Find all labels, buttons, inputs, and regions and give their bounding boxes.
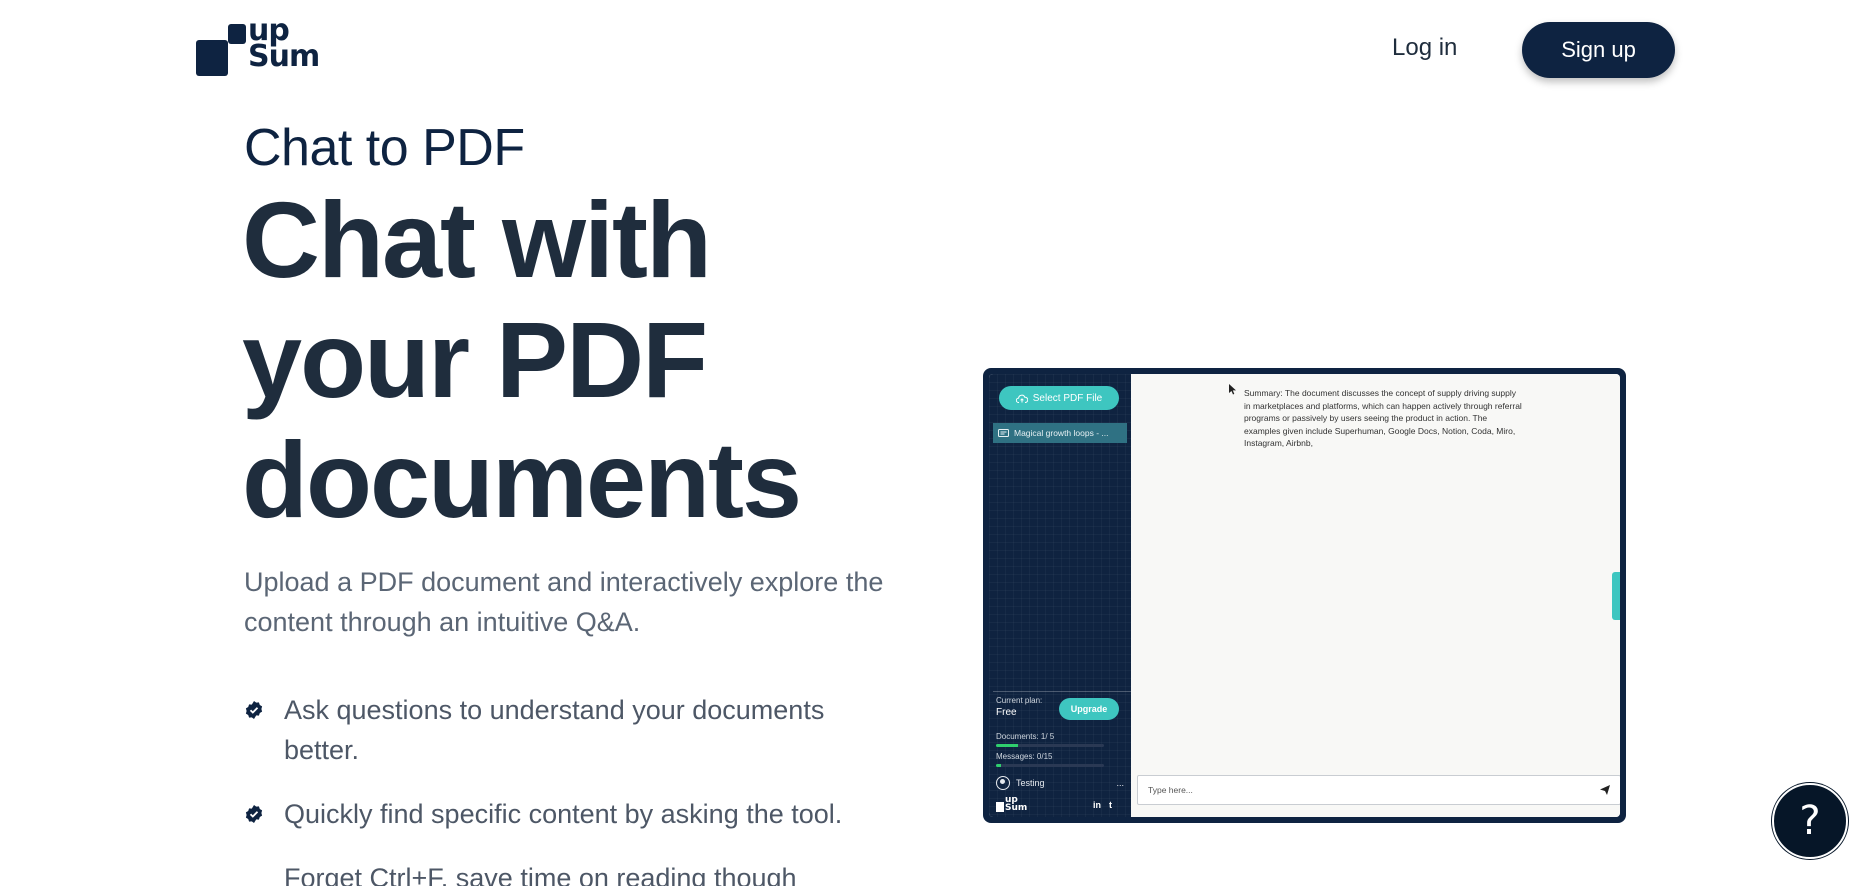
feature-item: Ask questions to understand your documen… bbox=[244, 690, 884, 770]
app-preview-screen: Select PDF File Magical growth loops - .… bbox=[989, 374, 1620, 817]
chat-area: Summary: The document discusses the conc… bbox=[1131, 374, 1620, 817]
plan-value: Free bbox=[996, 707, 1017, 718]
document-list-item[interactable]: Magical growth loops - ... bbox=[993, 423, 1127, 443]
avatar bbox=[996, 776, 1010, 790]
login-link[interactable]: Log in bbox=[1392, 34, 1457, 62]
bot-avatar-icon bbox=[1229, 384, 1236, 395]
messages-usage-label: Messages: 0/15 bbox=[996, 752, 1053, 761]
documents-usage-label: Documents: 1/ 5 bbox=[996, 732, 1055, 741]
document-title: Magical growth loops - ... bbox=[1014, 428, 1109, 438]
plan-label: Current plan: bbox=[996, 696, 1043, 705]
logo-small-square-icon bbox=[228, 24, 246, 44]
upsum-logo[interactable]: up Sum bbox=[196, 16, 326, 78]
chat-input[interactable] bbox=[1148, 785, 1600, 795]
logo-square-icon bbox=[196, 40, 228, 76]
send-icon[interactable] bbox=[1600, 785, 1610, 795]
linkedin-icon[interactable]: in bbox=[1093, 800, 1101, 810]
sidebar-divider bbox=[993, 691, 1131, 692]
page-eyebrow: Chat to PDF bbox=[244, 119, 525, 177]
cloud-upload-icon bbox=[1015, 394, 1028, 403]
app-sidebar: Select PDF File Magical growth loops - .… bbox=[989, 374, 1131, 817]
feature-item: Forget Ctrl+F, save time on reading thou… bbox=[244, 858, 884, 886]
user-row[interactable]: Testing ... bbox=[996, 776, 1124, 790]
documents-progress-fill bbox=[996, 744, 1018, 747]
verified-check-icon bbox=[245, 701, 263, 719]
side-feedback-tab[interactable] bbox=[1612, 572, 1620, 620]
documents-usage: Documents: 1/ 5 bbox=[996, 732, 1104, 747]
messages-usage: Messages: 0/15 bbox=[996, 752, 1104, 767]
twitter-icon[interactable]: t bbox=[1109, 800, 1112, 810]
page-title: Chat with your PDF documents bbox=[242, 179, 802, 540]
messages-progress-bar bbox=[996, 764, 1104, 767]
user-name: Testing bbox=[1016, 778, 1045, 788]
page-subtitle: Upload a PDF document and interactively … bbox=[244, 567, 884, 637]
mini-logo-text: up Sum bbox=[1005, 795, 1028, 813]
chat-input-box[interactable] bbox=[1137, 775, 1620, 805]
social-links: in t bbox=[1093, 800, 1112, 810]
help-button[interactable]: ? bbox=[1772, 783, 1848, 859]
verified-check-icon bbox=[245, 805, 263, 823]
select-pdf-label: Select PDF File bbox=[1032, 392, 1103, 404]
feature-list: Ask questions to understand your documen… bbox=[244, 690, 884, 886]
logo-text: up Sum bbox=[248, 13, 320, 74]
feature-text: Forget Ctrl+F, save time on reading thou… bbox=[284, 863, 797, 886]
app-preview: Select PDF File Magical growth loops - .… bbox=[983, 368, 1626, 823]
chat-doc-icon bbox=[998, 428, 1009, 437]
messages-progress-fill bbox=[996, 764, 1002, 767]
upgrade-button[interactable]: Upgrade bbox=[1059, 698, 1119, 720]
documents-progress-bar bbox=[996, 744, 1104, 747]
feature-text: Quickly find specific content by asking … bbox=[284, 799, 843, 829]
more-options-icon[interactable]: ... bbox=[1116, 778, 1124, 788]
mini-logo: up Sum bbox=[996, 796, 1036, 814]
mini-logo-square-icon bbox=[996, 802, 1004, 812]
feature-item: Quickly find specific content by asking … bbox=[244, 794, 884, 834]
select-pdf-button[interactable]: Select PDF File bbox=[999, 386, 1119, 410]
feature-text: Ask questions to understand your documen… bbox=[284, 695, 825, 765]
summary-message: Summary: The document discusses the conc… bbox=[1244, 388, 1522, 448]
signup-button[interactable]: Sign up bbox=[1522, 22, 1675, 78]
